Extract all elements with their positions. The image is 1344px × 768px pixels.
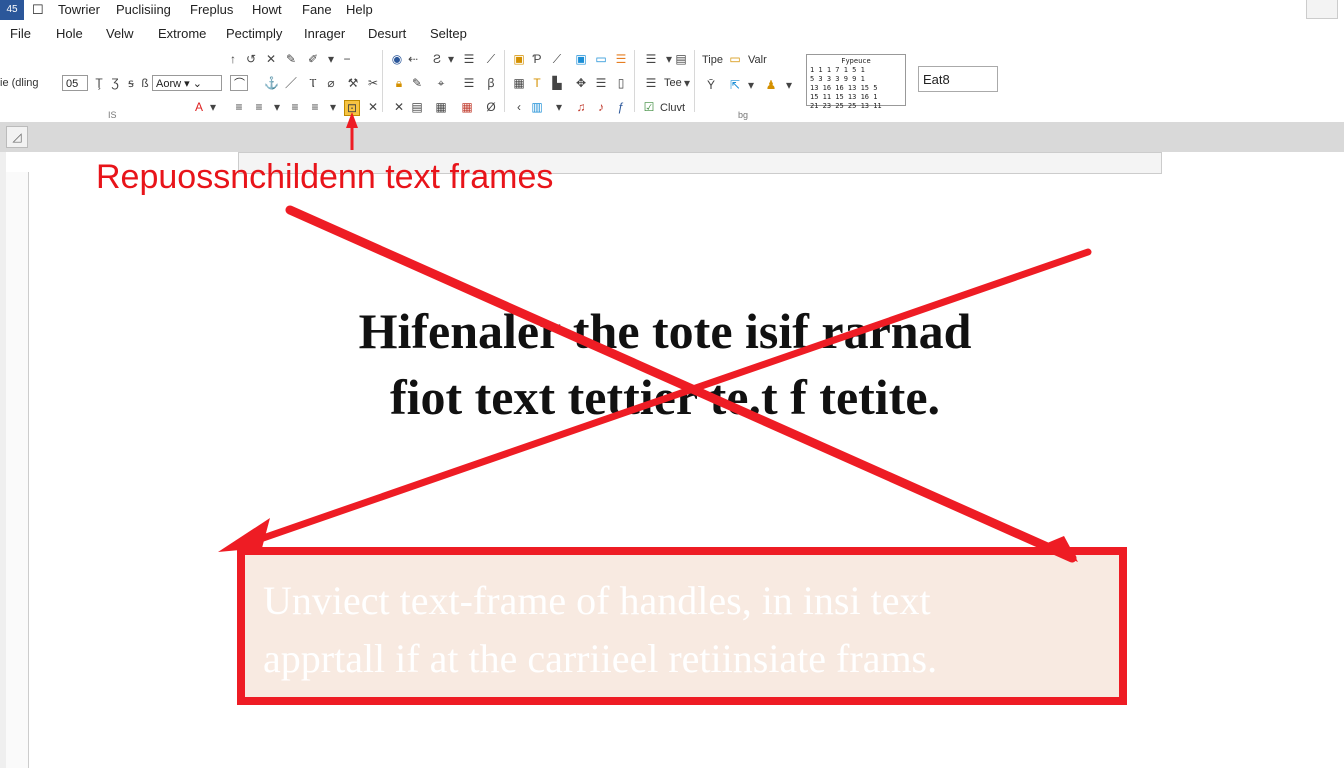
cross-stroke-2	[236, 248, 1092, 550]
cross-stroke-1	[285, 205, 1077, 563]
arrowhead-left	[218, 518, 270, 552]
annotation-overlay	[218, 112, 1092, 563]
pointer-arrowhead	[346, 112, 358, 128]
